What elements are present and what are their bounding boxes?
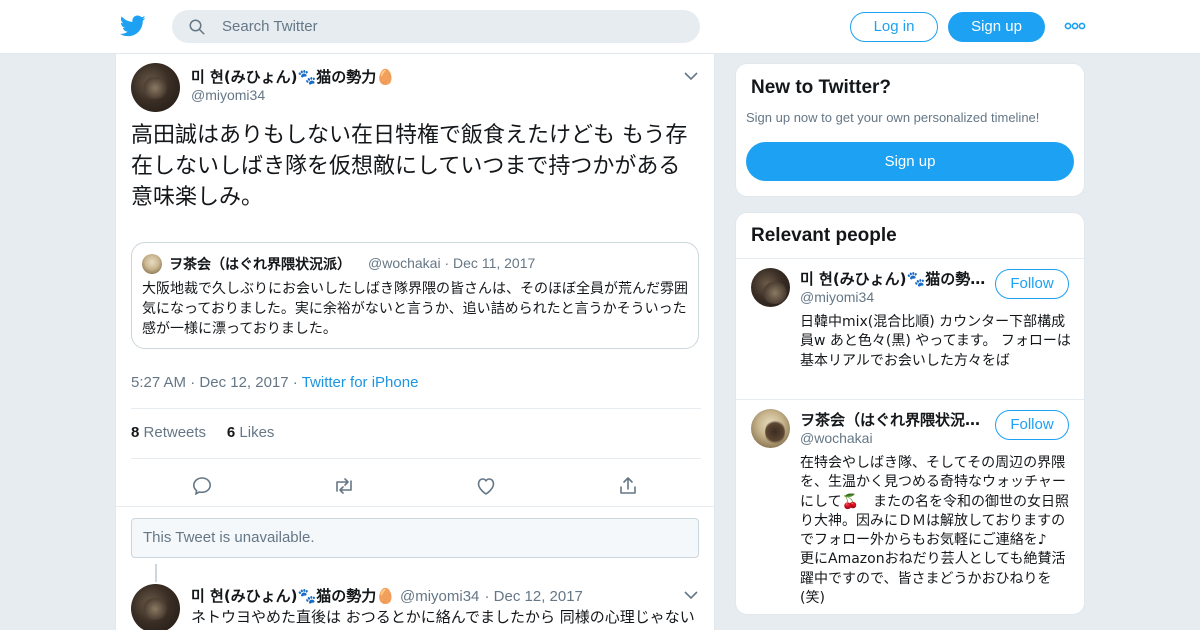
retweets-label: Retweets xyxy=(143,424,207,441)
likes-label: Likes xyxy=(239,424,275,441)
person-name[interactable]: 미 현(みひょん)🐾猫の勢力🥚 xyxy=(800,268,988,289)
quoted-meta: @wochakai · Dec 11, 2017 xyxy=(368,255,536,271)
tweet-author-handle[interactable]: @miyomi34 xyxy=(191,87,265,103)
tweet-actions xyxy=(116,470,714,510)
avatar[interactable] xyxy=(751,268,790,307)
person-card: ヲ茶会（はぐれ界隈状況派） @wochakai Follow 在特会やしばき隊、… xyxy=(736,400,1084,610)
quoted-author-name: ヲ茶会（はぐれ界隈状況派） xyxy=(169,257,351,273)
quoted-text: 大阪地裁で久しぶりにお会いしたしばき隊界隈の皆さんは、そのほぼ全員が荒んだ雰囲気… xyxy=(142,281,688,337)
like-button[interactable] xyxy=(474,474,498,498)
new-to-twitter-subtitle: Sign up now to get your own personalized… xyxy=(746,110,1040,125)
tweet-column: 미 현(みひょん)🐾猫の勢力🥚 @miyomi34 高田誠はありもしない在日特権… xyxy=(115,54,715,630)
retweet-icon xyxy=(336,478,352,494)
divider xyxy=(116,506,714,507)
person-handle[interactable]: @wochakai xyxy=(800,430,873,446)
relevant-people-title: Relevant people xyxy=(751,225,897,246)
search-icon xyxy=(189,19,205,35)
tweet-source-link[interactable]: Twitter for iPhone xyxy=(302,374,419,391)
person-handle[interactable]: @miyomi34 xyxy=(800,289,874,305)
reply-header: 미 현(みひょん)🐾猫の勢力🥚 @miyomi34 · Dec 12, 2017 xyxy=(191,587,583,605)
chevron-down-icon[interactable] xyxy=(684,590,698,600)
divider xyxy=(131,408,701,409)
avatar[interactable] xyxy=(131,63,180,112)
person-name[interactable]: ヲ茶会（はぐれ界隈状況派） xyxy=(800,409,988,430)
reply-author-name[interactable]: 미 현(みひょん)🐾猫の勢力🥚 xyxy=(191,587,395,605)
share-icon xyxy=(620,477,636,494)
quoted-tweet[interactable]: ヲ茶会（はぐれ界隈状況派） @wochakai · Dec 11, 2017 大… xyxy=(131,242,699,349)
signup-button[interactable]: Sign up xyxy=(948,12,1045,42)
tweet-text: 高田誠はありもしない在日特権で飯食えたけども もう存在しないしばき隊を仮想敵にし… xyxy=(131,123,688,210)
follow-button[interactable]: Follow xyxy=(995,269,1069,299)
tweet-meta: 5:27 AM · Dec 12, 2017 · Twitter for iPh… xyxy=(131,374,419,391)
new-to-twitter-card: New to Twitter? Sign up now to get your … xyxy=(735,63,1085,197)
retweet-button[interactable] xyxy=(332,474,356,498)
reply-button[interactable] xyxy=(190,474,214,498)
thread-connector xyxy=(155,564,157,582)
tweet-date[interactable]: Dec 12, 2017 xyxy=(199,374,288,391)
unavailable-notice: This Tweet is unavailable. xyxy=(131,518,699,558)
retweets-stat[interactable]: 8 Retweets xyxy=(131,424,206,441)
follow-button[interactable]: Follow xyxy=(995,410,1069,440)
login-button[interactable]: Log in xyxy=(850,12,938,42)
person-bio: 在特会やしばき隊、そしてその周辺の界隈を、生温かく見つめる奇特なウォッチャーにし… xyxy=(800,455,1070,607)
likes-count: 6 xyxy=(226,424,236,441)
reply-text: ネトウヨやめた直後は おつるとかに絡んでましたから 同様の心理じゃない xyxy=(191,608,695,626)
new-to-twitter-title: New to Twitter? xyxy=(751,77,892,98)
tweet-stats: 8 Retweets 6 Likes xyxy=(131,424,274,441)
person-card: 미 현(みひょん)🐾猫の勢力🥚 @miyomi34 Follow 日韓中mix(… xyxy=(736,259,1084,399)
search-bar[interactable] xyxy=(172,10,700,43)
top-bar: Log in Sign up xyxy=(0,0,1200,54)
person-bio: 日韓中mix(混合比順) カウンター下部構成員w あと色々(黒) やってます。 … xyxy=(800,314,1071,369)
tweet-time[interactable]: 5:27 AM xyxy=(131,374,186,391)
share-button[interactable] xyxy=(616,474,640,498)
reply-author-handle[interactable]: @miyomi34 xyxy=(400,588,479,605)
twitter-bird-icon[interactable] xyxy=(120,13,146,39)
search-input[interactable] xyxy=(222,10,682,43)
reply-icon xyxy=(192,477,212,496)
relevant-people-card: Relevant people 미 현(みひょん)🐾猫の勢力🥚 @miyomi3… xyxy=(735,212,1085,615)
more-dots-icon[interactable] xyxy=(1064,20,1086,32)
chevron-down-icon[interactable] xyxy=(684,71,698,81)
tweet-author-name[interactable]: 미 현(みひょん)🐾猫の勢力🥚 xyxy=(191,66,395,87)
avatar[interactable] xyxy=(131,584,180,630)
divider xyxy=(131,458,701,459)
sidebar-signup-button[interactable]: Sign up xyxy=(746,142,1074,181)
reply-date[interactable]: Dec 12, 2017 xyxy=(494,588,583,605)
retweets-count: 8 xyxy=(131,424,140,441)
quoted-date: Dec 11, 2017 xyxy=(453,255,536,271)
avatar[interactable] xyxy=(751,409,790,448)
avatar xyxy=(142,254,162,274)
likes-stat[interactable]: 6 Likes xyxy=(227,424,275,441)
quoted-author-handle: @wochakai xyxy=(368,255,441,271)
heart-icon xyxy=(477,478,495,495)
